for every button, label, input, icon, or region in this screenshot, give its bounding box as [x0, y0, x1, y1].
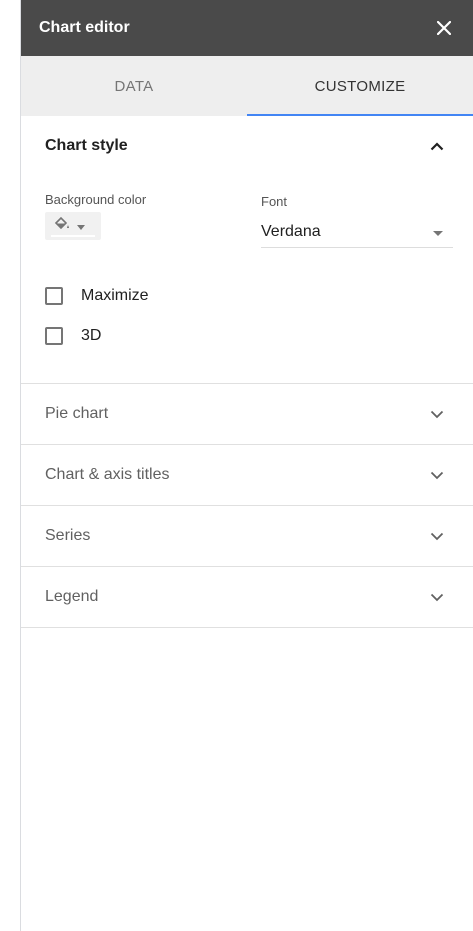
font-label: Font: [261, 194, 288, 209]
background-color-swatch: [51, 235, 95, 237]
section-pie-chart-label: Pie chart: [45, 405, 109, 422]
section-legend[interactable]: Legend: [21, 567, 473, 628]
maximize-option[interactable]: Maximize: [45, 284, 149, 308]
background-color-label: Background color: [45, 192, 147, 207]
chevron-down-icon[interactable]: [429, 528, 445, 544]
tab-data[interactable]: DATA: [21, 56, 247, 116]
maximize-label: Maximize: [81, 287, 149, 304]
section-chart-style-header[interactable]: Chart style: [21, 116, 473, 176]
tab-customize-label: CUSTOMIZE: [314, 77, 406, 95]
3d-option[interactable]: 3D: [45, 324, 101, 348]
section-chart-axis-titles[interactable]: Chart & axis titles: [21, 445, 473, 506]
chevron-down-icon[interactable]: [429, 406, 445, 422]
tab-data-label: DATA: [114, 77, 154, 95]
paint-bucket-icon: [53, 216, 71, 237]
background-color-button[interactable]: [45, 212, 101, 240]
section-chart-style-title: Chart style: [45, 137, 128, 154]
3d-checkbox[interactable]: [45, 327, 63, 345]
chart-editor-panel: Chart editor DATA CUSTOMIZE Chart style: [20, 0, 473, 931]
section-series-label: Series: [45, 527, 91, 544]
section-chart-axis-titles-label: Chart & axis titles: [45, 466, 170, 483]
chevron-down-icon[interactable]: [429, 589, 445, 605]
section-chart-style: Chart style Background color Font Verdan…: [21, 116, 473, 384]
close-icon[interactable]: [433, 17, 455, 39]
section-legend-label: Legend: [45, 588, 99, 605]
font-select[interactable]: Verdana: [261, 216, 453, 248]
background-strip: [0, 0, 20, 931]
chevron-down-icon[interactable]: [429, 467, 445, 483]
chart-editor-title: Chart editor: [39, 19, 130, 36]
chart-editor-header: Chart editor: [21, 0, 473, 56]
tab-customize[interactable]: CUSTOMIZE: [247, 56, 473, 116]
editor-tabs: DATA CUSTOMIZE: [21, 56, 473, 116]
3d-label: 3D: [81, 327, 102, 344]
page: Chart editor DATA CUSTOMIZE Chart style: [0, 0, 473, 931]
dropdown-arrow-icon: [433, 223, 443, 241]
chart-style-fields: Background color Font Verdana: [21, 176, 473, 256]
maximize-checkbox[interactable]: [45, 287, 63, 305]
section-pie-chart[interactable]: Pie chart: [21, 384, 473, 445]
section-series[interactable]: Series: [21, 506, 473, 567]
chevron-down-icon: [77, 217, 85, 235]
font-value: Verdana: [261, 222, 321, 240]
chevron-up-icon[interactable]: [429, 138, 445, 154]
